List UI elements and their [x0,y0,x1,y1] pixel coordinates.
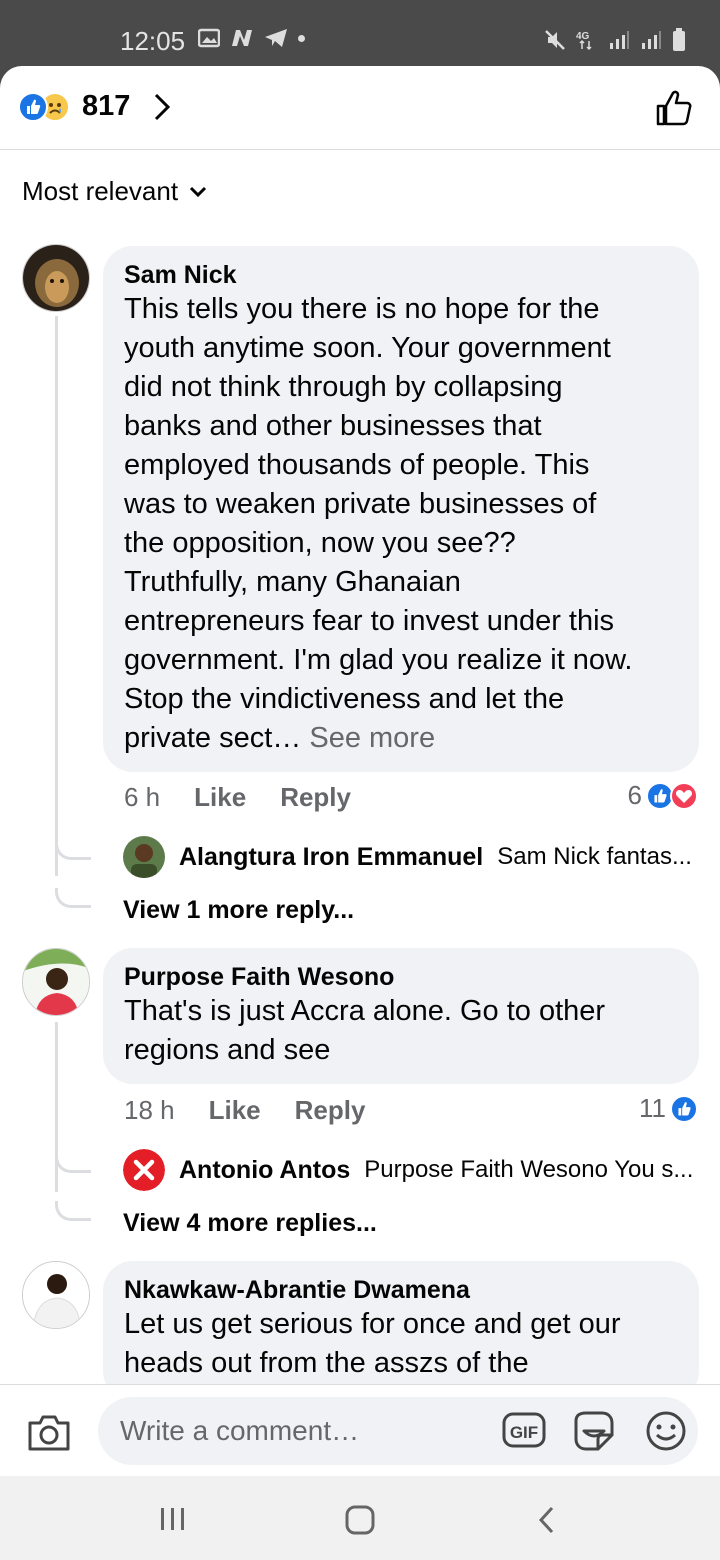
reply-connector [55,1201,91,1221]
gif-icon[interactable]: GIF [502,1410,546,1450]
comment-line: youth anytime soon. Your government [124,332,611,364]
sort-dropdown[interactable]: Most relevant [22,176,208,207]
thread-line [55,316,58,876]
comment-line: That's is just Accra alone. Go to other [124,995,606,1027]
svg-text:4G: 4G [576,31,590,42]
reply-connector [55,888,91,908]
see-more-link[interactable]: See more [309,722,435,754]
comment-author[interactable]: Purpose Faith Wesono [124,962,679,992]
status-notification-icons [198,28,305,48]
like-button[interactable]: Like [209,1095,261,1126]
comment-line: private sect… See more [124,719,679,758]
comment-actions: 18 h Like Reply [124,1095,365,1126]
like-button[interactable]: Like [194,782,246,813]
view-more-replies-link[interactable]: View 4 more replies... [123,1209,377,1238]
comment-composer: GIF [0,1384,720,1476]
comment-text: Let us get serious for once and get our … [124,1305,679,1383]
reaction-count: 6 [627,780,642,810]
like-icon [670,1094,698,1123]
chevron-down-icon [190,186,207,197]
avatar[interactable] [22,948,90,1016]
view-more-replies-link[interactable]: View 1 more reply... [123,896,354,925]
comment-line: banks and other businesses that [124,410,542,442]
comment-time: 18 h [124,1095,175,1125]
comment-line: did not think through by collapsing [124,371,563,403]
love-icon [670,781,698,810]
home-icon[interactable] [344,1504,376,1536]
signal-icon-2 [642,31,661,49]
comment-line: Let us get serious for once and get our [124,1308,621,1340]
avatar[interactable] [123,1149,165,1191]
reactions-header[interactable]: 817 [0,66,720,150]
sticker-icon[interactable] [572,1409,616,1453]
like-icon [18,92,48,122]
emoji-icon[interactable] [644,1409,688,1453]
comment-line: entrepreneurs fear to invest under this [124,605,615,637]
news-app-icon [232,30,252,46]
gallery-icon [198,28,220,48]
comments-sheet: 817 Most relevant Sam Nick This tells yo… [0,66,720,1476]
status-bar: 12:05 4G [0,0,720,72]
chevron-right-icon[interactable] [150,92,174,122]
comment-reactions[interactable]: 11 [639,1093,698,1124]
avatar[interactable] [22,244,90,312]
avatar[interactable] [123,836,165,878]
status-time: 12:05 [120,26,186,56]
comment-line: was to weaken private businesses of [124,488,597,520]
comment-line: government. I'm glad you realize it now. [124,644,633,676]
signal-icon [610,31,629,49]
avatar[interactable] [22,1261,90,1329]
thumbs-up-icon[interactable] [654,88,694,128]
comment-line: Truthfully, many Ghanaian [124,566,461,598]
reply-button[interactable]: Reply [280,782,351,813]
comment-bubble[interactable]: Nkawkaw-Abrantie Dwamena Let us get seri… [103,1261,699,1401]
reaction-count: 817 [82,90,131,122]
comment-bubble[interactable]: Sam Nick This tells you there is no hope… [103,246,699,772]
comment-actions: 6 h Like Reply [124,782,351,813]
system-navigation-bar [0,1476,720,1560]
reply-preview[interactable]: Antonio Antos Purpose Faith Wesono You s… [123,1149,693,1191]
comment-line: regions and see [124,1034,331,1066]
reply-connector [55,840,91,860]
comment-line: Stop the vindictiveness and let the [124,683,565,715]
comment-text: This tells you there is no hope for the … [124,290,679,758]
comment-reactions[interactable]: 6 [628,780,698,811]
svg-text:GIF: GIF [510,1423,538,1442]
reply-author: Antonio Antos [179,1155,351,1184]
status-system-icons: 4G [544,28,686,52]
comment-line: heads out from the asszs of the [124,1347,529,1379]
reply-snippet: Purpose Faith Wesono You s... [364,1156,694,1183]
recent-apps-icon[interactable] [158,1504,188,1534]
reaction-count: 11 [639,1093,666,1123]
reply-snippet: Sam Nick fantas... [497,843,692,870]
reply-connector [55,1153,91,1173]
reply-preview[interactable]: Alangtura Iron Emmanuel Sam Nick fantas.… [123,836,692,878]
reply-author: Alangtura Iron Emmanuel [179,842,484,871]
comment-author[interactable]: Sam Nick [124,260,679,290]
battery-icon [673,28,685,51]
comment-bubble[interactable]: Purpose Faith Wesono That's is just Accr… [103,948,699,1084]
back-icon[interactable] [534,1504,560,1536]
comment-time: 6 h [124,782,161,812]
comment-line: the opposition, now you see?? [124,527,516,559]
reaction-icons [18,92,70,122]
camera-icon[interactable] [26,1413,72,1453]
mute-icon [545,30,565,50]
comment-text: That's is just Accra alone. Go to other … [124,992,679,1070]
network-4g-icon: 4G [576,31,592,51]
comment-line-text: private sect… [124,722,302,754]
comment-line: This tells you there is no hope for the [124,293,600,325]
comment-line: employed thousands of people. This [124,449,590,481]
more-notifications-dot [298,34,305,42]
reply-button[interactable]: Reply [295,1095,366,1126]
sort-label: Most relevant [22,176,179,206]
comment-author[interactable]: Nkawkaw-Abrantie Dwamena [124,1275,679,1305]
telegram-icon [265,29,287,47]
